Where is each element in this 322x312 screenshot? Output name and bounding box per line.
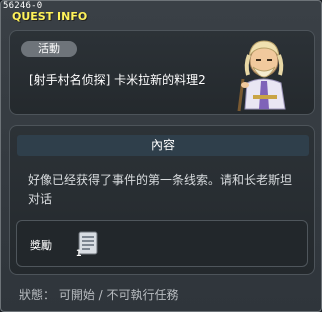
quest-category-badge: 活動 <box>21 41 77 57</box>
quest-info-window: 56246-0 QUEST INFO 活動 [射手村名侦探] 卡米拉新的料理2 … <box>0 0 322 312</box>
elder-npc-icon <box>237 40 286 112</box>
quest-name: [射手村名侦探] 卡米拉新的料理2 <box>29 73 206 87</box>
quest-description: 好像已经获得了事件的第一条线索。请和长老斯坦对话 <box>28 173 293 206</box>
reward-box: 獎勵 1 <box>16 220 308 267</box>
content-header: 內容 <box>17 135 309 156</box>
reward-label: 獎勵 <box>30 239 52 252</box>
reward-quantity: 1 <box>76 249 82 259</box>
window-title: QUEST INFO <box>12 10 88 23</box>
quest-status: 狀態： 可開始 / 不可執行任務 <box>19 288 179 302</box>
quest-content-panel: 內容 好像已经获得了事件的第一条线索。请和长老斯坦对话 獎勵 1 <box>9 125 315 275</box>
